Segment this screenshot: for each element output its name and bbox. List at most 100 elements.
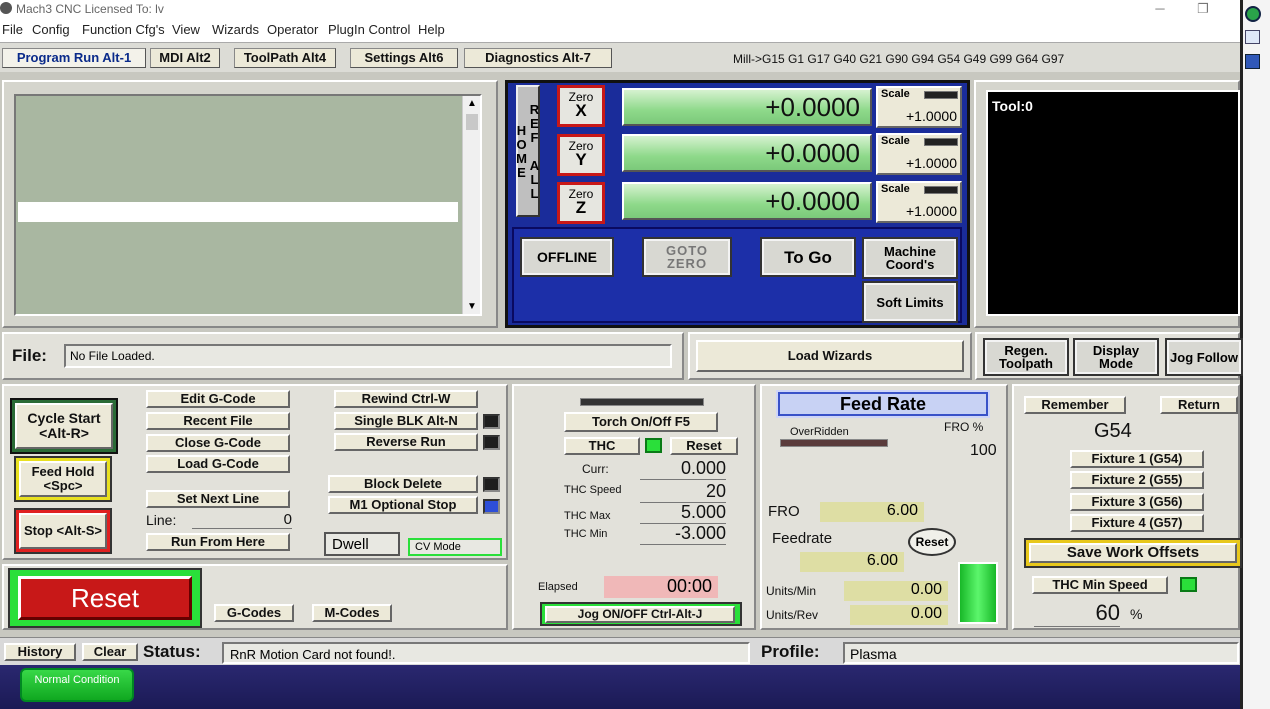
menu-config[interactable]: Config [32, 22, 70, 37]
zero-z-button[interactable]: Zero Z [557, 182, 605, 224]
tab-diagnostics[interactable]: Diagnostics Alt-7 [464, 48, 612, 68]
minimize-icon[interactable]: ─ [1145, 0, 1175, 18]
thc-max-value[interactable]: 5.000 [640, 502, 726, 524]
scroll-thumb[interactable] [466, 114, 478, 130]
menu-help[interactable]: Help [418, 22, 445, 37]
m1-optional-stop-button[interactable]: M1 Optional Stop [328, 496, 478, 514]
scale-x-led [924, 91, 958, 99]
rewind-button[interactable]: Rewind Ctrl-W [334, 390, 478, 408]
thc-reset-button[interactable]: Reset [670, 437, 738, 455]
scroll-down-icon[interactable]: ▼ [467, 301, 477, 312]
fro-value[interactable]: 6.00 [820, 502, 924, 522]
dro-y-value[interactable]: +0.0000 [622, 134, 872, 172]
run-from-here-button[interactable]: Run From Here [146, 533, 290, 551]
fixture-4-button[interactable]: Fixture 4 (G57) [1070, 514, 1204, 532]
recent-file-button[interactable]: Recent File [146, 412, 290, 430]
close-gcode-button[interactable]: Close G-Code [146, 434, 290, 452]
scale-y-label: Scale [881, 135, 910, 147]
toolpath-display[interactable]: Tool:0 [986, 90, 1240, 316]
save-work-offsets-button[interactable]: Save Work Offsets [1029, 543, 1237, 563]
machine-coords-button[interactable]: Machine Coord's [862, 237, 958, 279]
menu-wizards[interactable]: Wizards [212, 22, 259, 37]
feedrate-value[interactable]: 6.00 [800, 552, 904, 572]
thc-min-value[interactable]: -3.000 [640, 523, 726, 545]
reverse-run-button[interactable]: Reverse Run [334, 433, 478, 451]
menu-file[interactable]: File [2, 22, 23, 37]
modal-codes-line: Mill->G15 G1 G17 G40 G21 G90 G94 G54 G49… [733, 52, 1065, 66]
cycle-start-button[interactable]: Cycle Start <Alt-R> [15, 403, 113, 449]
single-block-led [483, 414, 500, 429]
dro-x-value[interactable]: +0.0000 [622, 88, 872, 126]
gcode-scrollbar[interactable]: ▲ ▼ [462, 96, 480, 314]
file-label: File: [12, 346, 47, 365]
window-title: Mach3 CNC Licensed To: lv [16, 2, 164, 16]
menu-operator[interactable]: Operator [267, 22, 318, 37]
load-wizards-button[interactable]: Load Wizards [696, 340, 964, 372]
return-button[interactable]: Return [1160, 396, 1238, 414]
scale-x[interactable]: Scale +1.0000 [876, 86, 962, 128]
restore-icon[interactable]: ❐ [1188, 0, 1218, 18]
block-delete-button[interactable]: Block Delete [328, 475, 478, 493]
thc-button[interactable]: THC [564, 437, 640, 455]
edit-gcode-button[interactable]: Edit G-Code [146, 390, 290, 408]
offline-button[interactable]: OFFLINE [520, 237, 614, 277]
jog-onoff-button[interactable]: Jog ON/OFF Ctrl-Alt-J [545, 606, 735, 623]
scale-z-led [924, 186, 958, 194]
reset-button[interactable]: Reset [18, 576, 192, 620]
scroll-up-icon[interactable]: ▲ [467, 98, 477, 109]
thc-led [645, 438, 662, 453]
toolpath-buttons-panel: Regen. Toolpath Display Mode Jog Follow [975, 332, 1243, 380]
play-icon[interactable] [1245, 6, 1261, 22]
tab-toolpath[interactable]: ToolPath Alt4 [234, 48, 336, 68]
scale-z[interactable]: Scale +1.0000 [876, 181, 962, 223]
dro-z-value[interactable]: +0.0000 [622, 182, 872, 220]
remember-button[interactable]: Remember [1024, 396, 1126, 414]
line-number-field[interactable]: 0 [192, 511, 292, 529]
load-gcode-button[interactable]: Load G-Code [146, 455, 290, 473]
tab-mdi[interactable]: MDI Alt2 [150, 48, 220, 68]
save-icon[interactable] [1245, 54, 1260, 69]
to-go-button[interactable]: To Go [760, 237, 856, 277]
thc-min-speed-button[interactable]: THC Min Speed [1032, 576, 1168, 594]
fixture-3-button[interactable]: Fixture 3 (G56) [1070, 493, 1204, 511]
zero-y-button[interactable]: Zero Y [557, 134, 605, 176]
thc-min-label: THC Min [564, 528, 608, 540]
ref-all-home-button[interactable]: REF ALL HOME [514, 85, 542, 217]
torch-onoff-button[interactable]: Torch On/Off F5 [564, 412, 718, 432]
app-icon [0, 2, 12, 14]
thc-speed-value[interactable]: 20 [640, 481, 726, 503]
goto-zero-button[interactable]: GOTO ZERO [642, 237, 732, 277]
feed-rate-panel: Feed Rate OverRidden FRO % 100 FRO 6.00 … [760, 384, 1008, 630]
offsets-panel: Remember Return G54 Fixture 1 (G54) Fixt… [1012, 384, 1242, 630]
profile-value: Plasma [843, 642, 1239, 664]
history-button[interactable]: History [4, 643, 76, 661]
menu-plugin-control[interactable]: PlugIn Control [328, 22, 410, 37]
stop-button[interactable]: Stop <Alt-S> [19, 513, 107, 549]
soft-limits-button[interactable]: Soft Limits [862, 281, 958, 323]
regen-toolpath-button[interactable]: Regen. Toolpath [983, 338, 1069, 376]
display-mode-button[interactable]: Display Mode [1073, 338, 1159, 376]
copy-icon[interactable] [1245, 30, 1260, 44]
menu-function-cfgs[interactable]: Function Cfg's [82, 22, 165, 37]
feed-reset-button[interactable]: Reset [908, 528, 956, 556]
scale-y-led [924, 138, 958, 146]
fixture-1-button[interactable]: Fixture 1 (G54) [1070, 450, 1204, 468]
gcode-listing[interactable]: ▲ ▼ [14, 94, 482, 316]
single-block-button[interactable]: Single BLK Alt-N [334, 412, 478, 430]
feed-hold-button[interactable]: Feed Hold <Spc> [19, 461, 107, 497]
set-next-line-button[interactable]: Set Next Line [146, 490, 290, 508]
status-row: History Clear Status: RnR Motion Card no… [0, 637, 1240, 665]
gcodes-button[interactable]: G-Codes [214, 604, 294, 622]
scale-y[interactable]: Scale +1.0000 [876, 133, 962, 175]
menu-view[interactable]: View [172, 22, 200, 37]
zero-x-button[interactable]: Zero X [557, 85, 605, 127]
reset-panel: Reset G-Codes M-Codes [2, 564, 508, 630]
clear-button[interactable]: Clear [82, 643, 138, 661]
mcodes-button[interactable]: M-Codes [312, 604, 392, 622]
tab-program-run[interactable]: Program Run Alt-1 [2, 48, 146, 68]
tab-settings[interactable]: Settings Alt6 [350, 48, 458, 68]
fixture-2-button[interactable]: Fixture 2 (G55) [1070, 471, 1204, 489]
ref-all-home-label: REF ALL HOME [514, 102, 542, 200]
thc-min-speed-value[interactable]: 60 [1034, 600, 1120, 627]
jog-follow-button[interactable]: Jog Follow [1165, 338, 1243, 376]
